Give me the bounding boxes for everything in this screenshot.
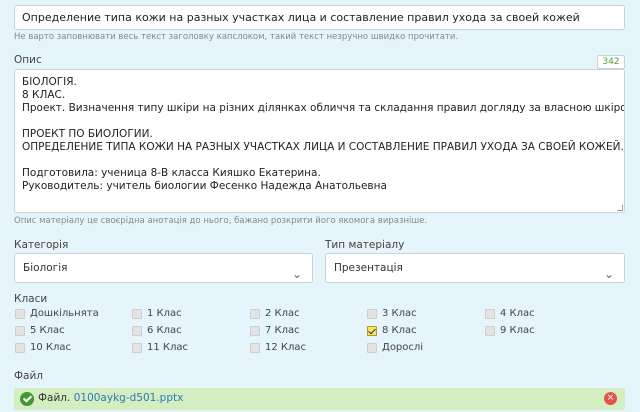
file-link[interactable]: 0100aykg-d501.pptx <box>74 392 184 404</box>
class-checkbox-checked[interactable] <box>367 326 377 336</box>
class-label: 5 Клас <box>30 325 65 336</box>
class-checkbox[interactable] <box>367 343 377 353</box>
resize-handle[interactable] <box>617 205 623 211</box>
description-line: ПРОЕКТ ПО БИОЛОГИИ. <box>22 128 153 140</box>
description-line <box>22 115 617 128</box>
title-input[interactable]: Определение типа кожи на разных участках… <box>14 5 625 30</box>
class-label: Дошкільнята <box>30 308 99 319</box>
class-checkbox[interactable] <box>485 326 495 336</box>
file-prefix: Файл. <box>38 392 71 404</box>
class-checkbox[interactable] <box>250 326 260 336</box>
class-label: 1 Клас <box>147 308 182 319</box>
classes-label: Класи <box>14 293 48 305</box>
class-checkbox[interactable] <box>132 343 142 353</box>
file-info: Файл. 0100aykg-d501.pptx <box>38 392 183 404</box>
material-type-label: Тип матеріалу <box>325 239 405 251</box>
class-checkbox[interactable] <box>15 309 25 319</box>
description-textarea[interactable]: БІОЛОГІЯ. 8 КЛАС. Проект. Визначення тип… <box>14 69 625 213</box>
description-label: Опис <box>14 54 42 66</box>
class-label: 6 Клас <box>147 325 182 336</box>
file-label: Файл <box>14 370 44 382</box>
chevron-down-icon: ⌄ <box>291 267 302 281</box>
material-type-value: Презентація <box>334 262 403 274</box>
check-circle-icon <box>20 392 34 406</box>
class-checkbox[interactable] <box>485 309 495 319</box>
file-upload-bar: Файл. 0100aykg-d501.pptx × <box>14 388 625 410</box>
class-label: 11 Клас <box>147 342 189 353</box>
description-hint: Опис матеріалу це своєрідна анотація до … <box>14 216 428 226</box>
description-line: Подготовила: ученица 8-В класса Кияшко Е… <box>22 167 321 179</box>
class-label: 7 Клас <box>265 325 300 336</box>
delete-icon[interactable]: × <box>604 392 617 405</box>
title-hint: Не варто заповнювати весь текст заголовк… <box>14 32 459 42</box>
description-line: Проект. Визначення типу шкіри на різних … <box>22 102 625 114</box>
category-select[interactable]: Біологія ⌄ <box>14 253 313 283</box>
class-checkbox[interactable] <box>132 309 142 319</box>
class-checkbox[interactable] <box>15 326 25 336</box>
class-checkbox[interactable] <box>367 309 377 319</box>
description-line <box>22 154 617 167</box>
class-checkbox[interactable] <box>250 343 260 353</box>
description-line: БІОЛОГІЯ. <box>22 76 77 88</box>
class-label: 4 Клас <box>500 308 535 319</box>
class-checkbox[interactable] <box>15 343 25 353</box>
category-label: Категорія <box>14 239 69 251</box>
class-checkbox[interactable] <box>250 309 260 319</box>
class-label: 8 Клас <box>382 325 417 336</box>
class-label: 3 Клас <box>382 308 417 319</box>
class-label: 2 Клас <box>265 308 300 319</box>
category-value: Біологія <box>23 262 68 274</box>
class-label: Дорослі <box>382 342 424 353</box>
chevron-down-icon: ⌄ <box>603 267 614 281</box>
description-line: ОПРЕДЕЛЕНИЕ ТИПА КОЖИ НА РАЗНЫХ УЧАСТКАХ… <box>22 141 624 153</box>
char-counter: 342 <box>597 55 625 69</box>
class-label: 10 Клас <box>30 342 72 353</box>
class-label: 9 Клас <box>500 325 535 336</box>
description-line: 8 КЛАС. <box>22 89 66 101</box>
material-type-select[interactable]: Презентація ⌄ <box>325 253 625 283</box>
description-line: Руководитель: учитель биологии Фесенко Н… <box>22 180 387 192</box>
class-checkbox[interactable] <box>132 326 142 336</box>
class-label: 12 Клас <box>265 342 307 353</box>
